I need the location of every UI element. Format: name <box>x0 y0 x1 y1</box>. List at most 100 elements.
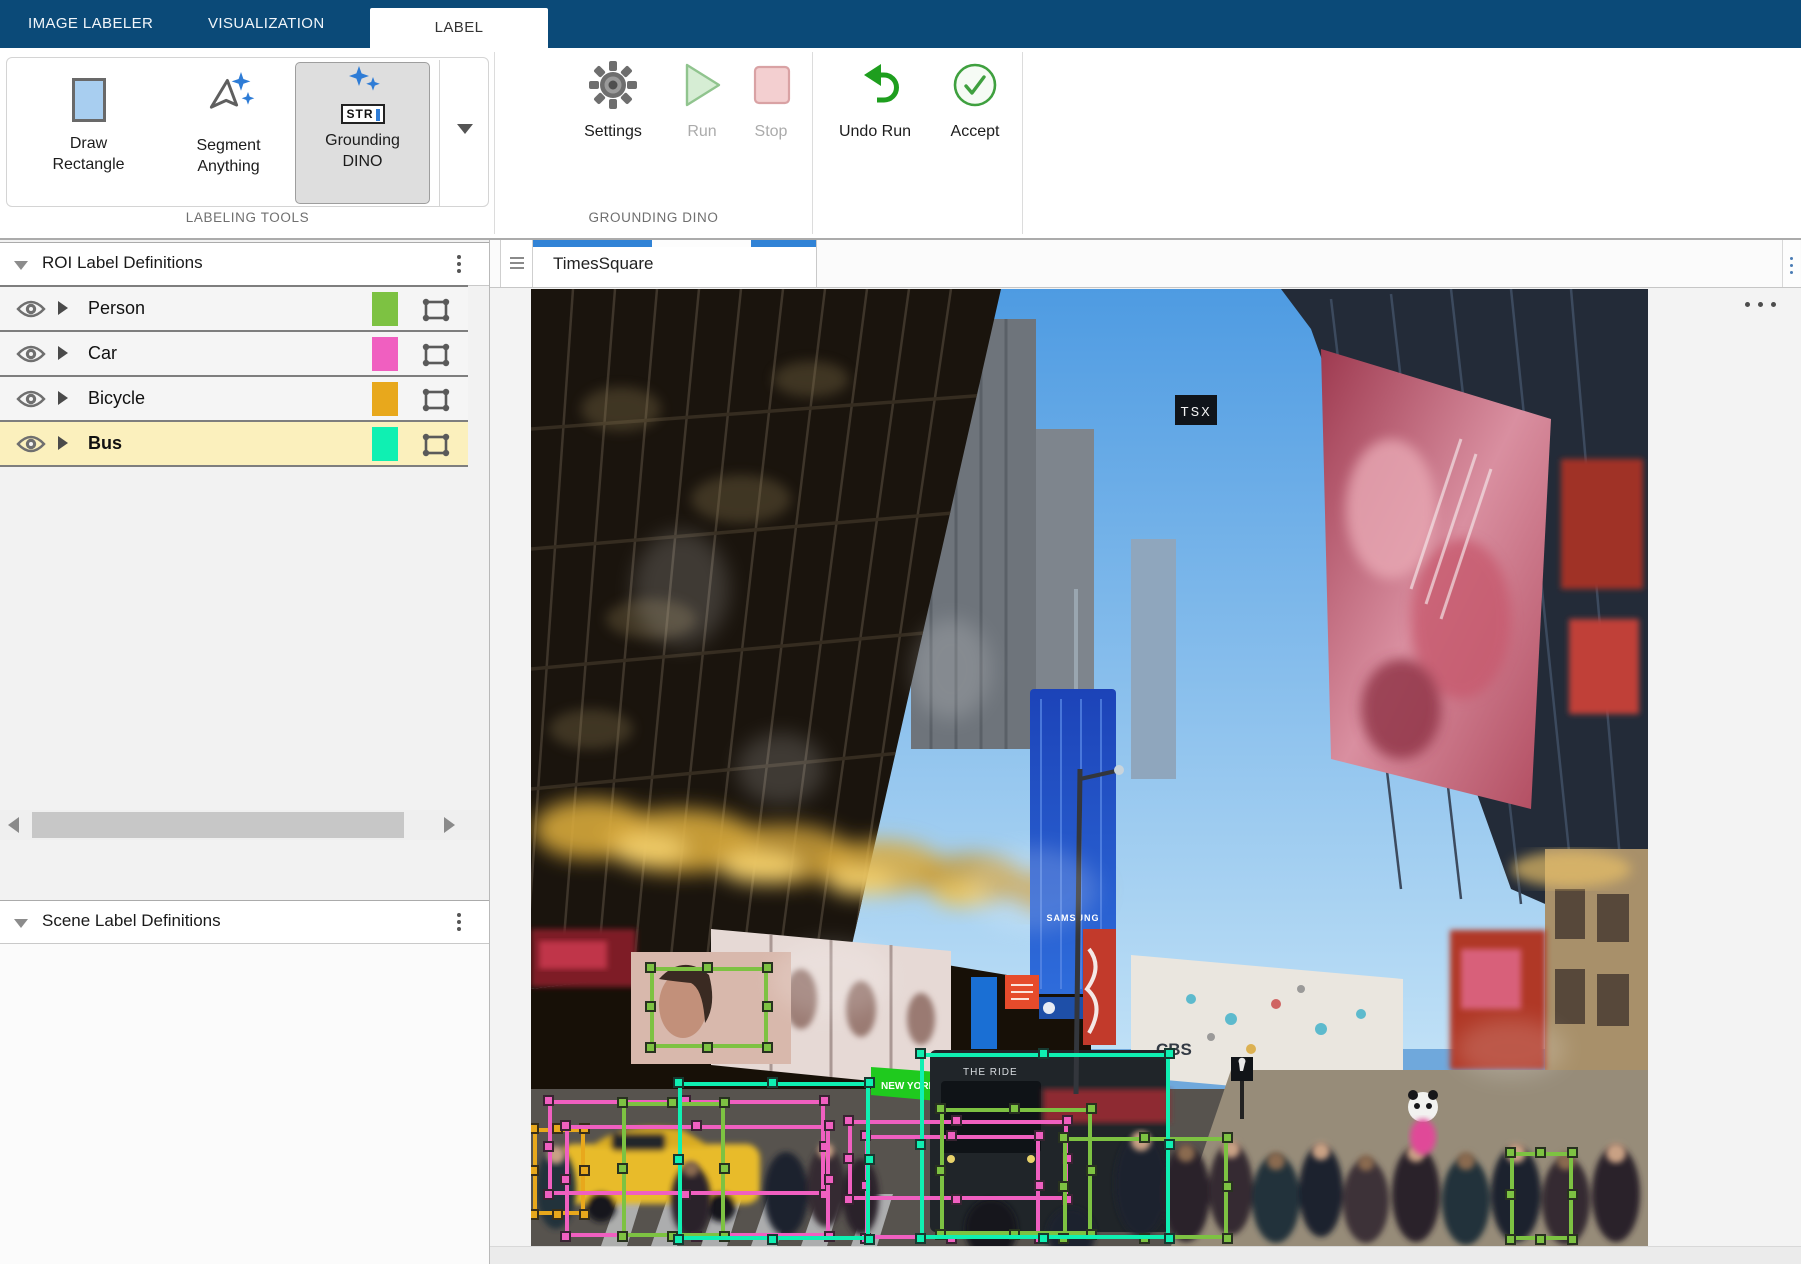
resize-handle[interactable] <box>560 1120 571 1131</box>
resize-handle[interactable] <box>645 1001 656 1012</box>
tab-overflow-menu-button[interactable] <box>1782 240 1800 287</box>
resize-handle[interactable] <box>1535 1147 1546 1158</box>
roi-color-swatch[interactable] <box>372 337 398 371</box>
tab-image-labeler[interactable]: IMAGE LABELER <box>10 0 171 48</box>
times-square-photo[interactable]: TSX <box>531 289 1648 1246</box>
draw-rectangle-button[interactable]: Draw Rectangle <box>21 70 156 216</box>
collapse-caret-icon[interactable] <box>14 919 28 928</box>
section-divider <box>494 52 495 234</box>
resize-handle[interactable] <box>1038 1048 1049 1059</box>
resize-handle[interactable] <box>1222 1233 1233 1244</box>
undo-run-button[interactable]: Undo Run <box>825 60 925 206</box>
resize-handle[interactable] <box>864 1077 875 1088</box>
roi-label-row-person[interactable]: Person <box>0 287 468 332</box>
settings-button[interactable]: Settings <box>573 60 653 206</box>
resize-handle[interactable] <box>645 962 656 973</box>
resize-handle[interactable] <box>762 1001 773 1012</box>
grounding-dino-button[interactable]: STR Grounding DINO <box>295 62 430 204</box>
resize-handle[interactable] <box>531 1123 539 1134</box>
resize-handle[interactable] <box>552 1209 563 1220</box>
tab-label[interactable]: LABEL <box>370 8 548 48</box>
accept-button[interactable]: Accept <box>935 60 1015 206</box>
roi-color-swatch[interactable] <box>372 382 398 416</box>
roi-label-row-bicycle[interactable]: Bicycle <box>0 377 468 422</box>
roi-color-swatch[interactable] <box>372 292 398 326</box>
visibility-eye-icon[interactable] <box>16 434 46 459</box>
panel-grip-handle[interactable] <box>500 240 533 287</box>
resize-handle[interactable] <box>762 962 773 973</box>
stop-button[interactable]: Stop <box>741 60 801 206</box>
resize-handle[interactable] <box>915 1139 926 1150</box>
resize-handle[interactable] <box>667 1097 678 1108</box>
resize-handle[interactable] <box>1164 1139 1175 1150</box>
resize-handle[interactable] <box>915 1048 926 1059</box>
scrollbar-thumb[interactable] <box>32 812 404 838</box>
run-button[interactable]: Run <box>672 60 732 206</box>
resize-handle[interactable] <box>531 1209 539 1220</box>
expand-arrow-icon[interactable] <box>58 346 68 360</box>
resize-handle[interactable] <box>915 1233 926 1244</box>
visibility-eye-icon[interactable] <box>16 389 46 414</box>
roi-label-row-bus[interactable]: Bus <box>0 422 468 467</box>
resize-handle[interactable] <box>531 1165 539 1176</box>
resize-handle[interactable] <box>702 962 713 973</box>
resize-handle[interactable] <box>864 1154 875 1165</box>
roi-rectangle-shape-icon[interactable] <box>420 296 452 329</box>
resize-handle[interactable] <box>543 1141 554 1152</box>
resize-handle[interactable] <box>864 1234 875 1245</box>
scroll-right-arrow-icon[interactable] <box>444 817 455 833</box>
resize-handle[interactable] <box>617 1163 628 1174</box>
resize-handle[interactable] <box>617 1097 628 1108</box>
expand-arrow-icon[interactable] <box>58 301 68 315</box>
resize-handle[interactable] <box>1164 1233 1175 1244</box>
resize-handle[interactable] <box>767 1077 778 1088</box>
resize-handle[interactable] <box>1164 1048 1175 1059</box>
resize-handle[interactable] <box>1505 1234 1516 1245</box>
resize-handle[interactable] <box>1567 1189 1578 1200</box>
annotation-box-bus[interactable] <box>920 1053 1170 1239</box>
resize-handle[interactable] <box>702 1042 713 1053</box>
scene-panel-menu-button[interactable] <box>456 910 462 936</box>
resize-handle[interactable] <box>673 1154 684 1165</box>
resize-handle[interactable] <box>543 1189 554 1200</box>
resize-handle[interactable] <box>1505 1147 1516 1158</box>
roi-color-swatch[interactable] <box>372 427 398 461</box>
annotation-box-bus[interactable] <box>678 1082 870 1240</box>
resize-handle[interactable] <box>1535 1234 1546 1245</box>
roi-panel-menu-button[interactable] <box>456 252 462 278</box>
roi-label-row-car[interactable]: Car <box>0 332 468 377</box>
resize-handle[interactable] <box>767 1234 778 1245</box>
expand-arrow-icon[interactable] <box>58 391 68 405</box>
document-tab-timessquare[interactable]: TimesSquare <box>533 240 817 287</box>
figure-options-dots-icon[interactable] <box>1745 296 1791 314</box>
resize-handle[interactable] <box>560 1231 571 1242</box>
resize-handle[interactable] <box>1038 1233 1049 1244</box>
canvas-bottom-scroll-area[interactable] <box>490 1246 1801 1264</box>
labeling-tools-gallery-expand[interactable] <box>439 60 489 206</box>
roi-rectangle-shape-icon[interactable] <box>420 386 452 419</box>
roi-list-horizontal-scrollbar[interactable] <box>0 810 489 840</box>
annotation-box-person[interactable] <box>1510 1152 1573 1240</box>
resize-handle[interactable] <box>1222 1132 1233 1143</box>
resize-handle[interactable] <box>673 1234 684 1245</box>
resize-handle[interactable] <box>673 1077 684 1088</box>
visibility-eye-icon[interactable] <box>16 299 46 324</box>
resize-handle[interactable] <box>762 1042 773 1053</box>
resize-handle[interactable] <box>1567 1234 1578 1245</box>
resize-handle[interactable] <box>617 1231 628 1242</box>
resize-handle[interactable] <box>1222 1181 1233 1192</box>
roi-rectangle-shape-icon[interactable] <box>420 431 452 464</box>
expand-arrow-icon[interactable] <box>58 436 68 450</box>
collapse-caret-icon[interactable] <box>14 261 28 270</box>
tab-visualization[interactable]: VISUALIZATION <box>190 0 343 48</box>
segment-anything-button[interactable]: Segment Anything <box>161 70 296 216</box>
resize-handle[interactable] <box>560 1174 571 1185</box>
visibility-eye-icon[interactable] <box>16 344 46 369</box>
resize-handle[interactable] <box>1567 1147 1578 1158</box>
resize-handle[interactable] <box>1505 1189 1516 1200</box>
scroll-left-arrow-icon[interactable] <box>8 817 19 833</box>
roi-rectangle-shape-icon[interactable] <box>420 341 452 374</box>
resize-handle[interactable] <box>645 1042 656 1053</box>
resize-handle[interactable] <box>543 1095 554 1106</box>
annotation-box-person[interactable] <box>650 967 768 1048</box>
